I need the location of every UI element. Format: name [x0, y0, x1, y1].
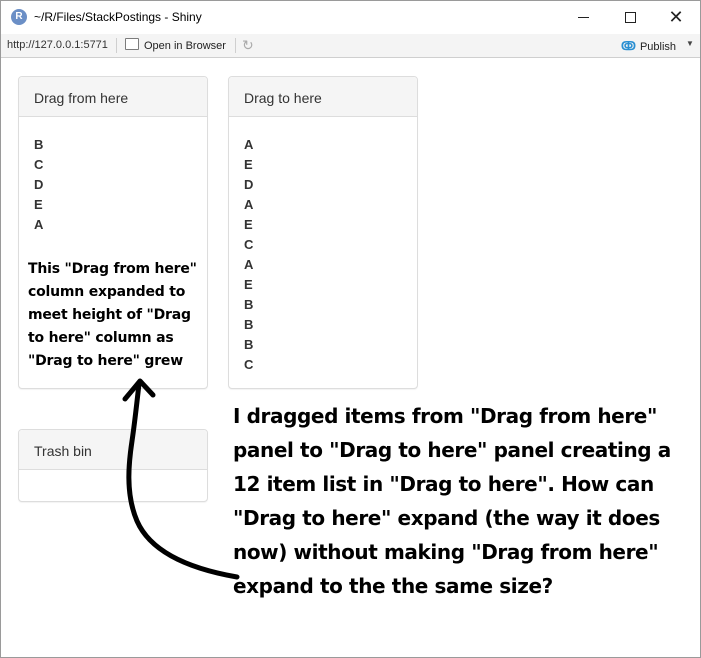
annotation-arrow	[122, 378, 240, 580]
annotation-arrow-line	[126, 381, 240, 580]
rstudio-shiny-window: R ~/R/Files/StackPostings - Shiny ✕ http…	[0, 0, 701, 658]
